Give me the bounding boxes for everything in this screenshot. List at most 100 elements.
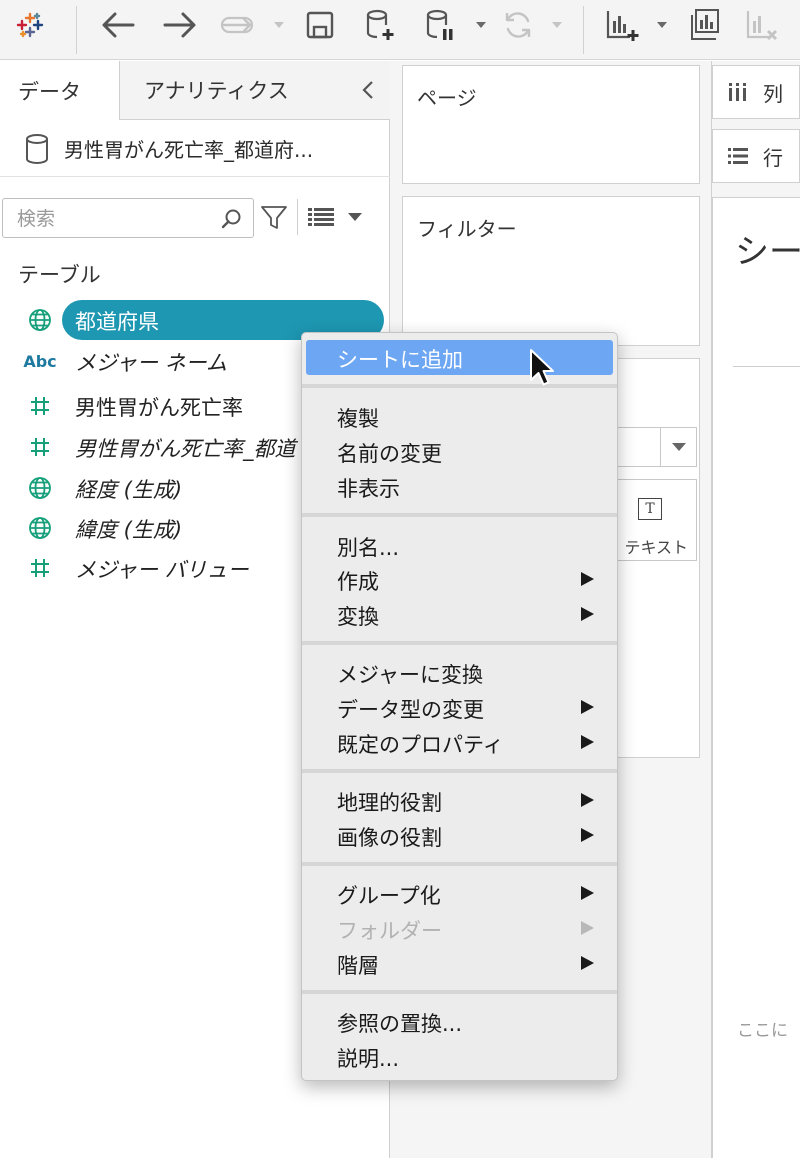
tab-analytics[interactable]: アナリティクス xyxy=(120,61,390,120)
menu-item-label: 変換 xyxy=(337,605,379,629)
save-icon[interactable] xyxy=(300,0,340,50)
menu-item-label: 複製 xyxy=(337,407,379,431)
search-divider xyxy=(297,199,298,235)
menu-item-hierarchy[interactable]: 階層 xyxy=(306,946,613,981)
clear-sheet-icon xyxy=(742,0,782,50)
tableau-logo-icon[interactable] xyxy=(8,0,52,50)
menu-item-convert-to-measure[interactable]: メジャーに変換 xyxy=(306,655,613,690)
tab-data[interactable]: データ xyxy=(0,61,120,120)
filters-card-title: フィルター xyxy=(417,217,517,241)
menu-item-group-by[interactable]: グループ化 xyxy=(306,876,613,911)
field-label: メジャー ネーム xyxy=(75,351,227,375)
menu-item-label: 名前の変更 xyxy=(337,442,442,466)
search-row xyxy=(0,195,390,241)
menu-item-replace-references[interactable]: 参照の置換... xyxy=(306,1004,613,1039)
new-datasource-icon[interactable] xyxy=(360,0,400,50)
menu-item-change-data-type[interactable]: データ型の変更 xyxy=(306,690,613,725)
toolbar-divider xyxy=(583,6,584,54)
field-label: 緯度 (生成) xyxy=(75,518,183,542)
menu-divider xyxy=(302,641,617,645)
tab-data-label: データ xyxy=(18,79,81,104)
tab-analytics-label: アナリティクス xyxy=(144,79,289,103)
toolbar-divider xyxy=(76,6,77,54)
columns-shelf-label: 列 xyxy=(763,81,783,106)
abc-icon: Abc xyxy=(23,349,56,373)
drop-field-hint: ここに xyxy=(737,1021,788,1041)
submenu-arrow-icon xyxy=(581,886,594,900)
redo-icon[interactable] xyxy=(160,0,200,50)
menu-divider xyxy=(302,513,617,517)
title-divider xyxy=(733,366,800,367)
field-label: メジャー バリュー xyxy=(75,558,249,582)
text-icon: T xyxy=(638,498,662,520)
rows-shelf[interactable]: 行 xyxy=(712,129,800,183)
menu-item-rename[interactable]: 名前の変更 xyxy=(306,434,613,469)
pages-card[interactable]: ページ xyxy=(402,65,700,184)
menu-item-geographic-role[interactable]: 地理的役割 xyxy=(306,783,613,818)
menu-divider xyxy=(302,769,617,773)
text-mark-label: テキスト xyxy=(624,538,688,557)
text-mark-button[interactable]: T テキスト xyxy=(609,479,697,561)
menu-item-default-properties[interactable]: 既定のプロパティ xyxy=(306,725,613,760)
duplicate-sheet-icon[interactable] xyxy=(684,0,724,50)
chevron-down-icon[interactable] xyxy=(660,428,696,466)
filters-card[interactable]: フィルター xyxy=(402,196,700,346)
menu-divider xyxy=(302,862,617,866)
menu-item-label: 説明... xyxy=(337,1047,400,1071)
filter-icon[interactable] xyxy=(260,205,288,231)
view-column: 列 行 シー ここに xyxy=(712,61,800,1158)
submenu-arrow-icon xyxy=(581,921,594,935)
list-view-icon[interactable] xyxy=(308,207,334,227)
hash-icon xyxy=(24,556,56,580)
pause-dropdown-icon[interactable] xyxy=(474,18,488,32)
pause-updates-icon[interactable] xyxy=(420,0,460,50)
submenu-arrow-icon xyxy=(581,735,594,749)
search-input[interactable] xyxy=(17,205,217,233)
submenu-arrow-icon xyxy=(581,700,594,714)
menu-item-describe[interactable]: 説明... xyxy=(306,1039,613,1074)
new-worksheet-icon[interactable] xyxy=(602,0,642,50)
menu-item-image-role[interactable]: 画像の役割 xyxy=(306,818,613,853)
menu-item-create[interactable]: 作成 xyxy=(306,562,613,597)
menu-item-label: メジャーに変換 xyxy=(337,663,483,687)
refresh-dropdown-icon xyxy=(550,18,564,32)
menu-item-hide[interactable]: 非表示 xyxy=(306,469,613,504)
mouse-cursor-icon xyxy=(530,349,554,386)
field-label: 都道府県 xyxy=(75,310,159,334)
menu-item-label: データ型の変更 xyxy=(337,698,484,722)
new-worksheet-dropdown-icon[interactable] xyxy=(655,18,669,32)
rows-icon xyxy=(728,148,748,164)
worksheet-canvas[interactable]: シー ここに xyxy=(712,197,800,1158)
menu-item-label: 別名... xyxy=(337,536,400,560)
columns-shelf[interactable]: 列 xyxy=(712,65,800,119)
datasource-item[interactable]: 男性胃がん死亡率_都道府... xyxy=(0,121,390,177)
menu-item-add-to-sheet[interactable]: シートに追加 xyxy=(306,340,613,375)
database-icon xyxy=(26,133,48,164)
menu-item-label: 参照の置換... xyxy=(337,1012,463,1036)
data-pane-tabs: データ アナリティクス xyxy=(0,61,390,120)
menu-item-label: シートに追加 xyxy=(337,348,463,372)
view-options-dropdown-icon[interactable] xyxy=(348,213,362,221)
menu-item-label: 既定のプロパティ xyxy=(337,733,504,757)
search-icon[interactable] xyxy=(221,208,243,230)
menu-item-transform[interactable]: 変換 xyxy=(306,597,613,632)
menu-item-label: 地理的役割 xyxy=(337,791,442,815)
datasource-name: 男性胃がん死亡率_都道府... xyxy=(64,138,314,162)
tables-section-title: テーブル xyxy=(18,263,101,287)
undo-icon[interactable] xyxy=(98,0,138,50)
rows-shelf-label: 行 xyxy=(763,145,783,170)
menu-item-aliases[interactable]: 別名... xyxy=(306,528,613,563)
menu-item-duplicate[interactable]: 複製 xyxy=(306,399,613,434)
globe-icon xyxy=(24,308,56,332)
globe-icon xyxy=(24,516,56,540)
menu-item-label: 非表示 xyxy=(337,477,400,501)
submenu-arrow-icon xyxy=(581,793,594,807)
menu-item-label: フォルダー xyxy=(337,919,442,943)
menu-item-label: 作成 xyxy=(337,570,379,594)
search-box[interactable] xyxy=(2,198,254,238)
field-context-menu: シートに追加 複製 名前の変更 非表示 別名... 作成 変換 メジャーに変換 … xyxy=(301,332,618,1081)
collapse-pane-icon[interactable] xyxy=(358,79,378,101)
sheet-title[interactable]: シー xyxy=(735,224,800,273)
field-label: 男性胃がん死亡率 xyxy=(75,396,243,420)
replay-dropdown-icon xyxy=(272,18,286,32)
